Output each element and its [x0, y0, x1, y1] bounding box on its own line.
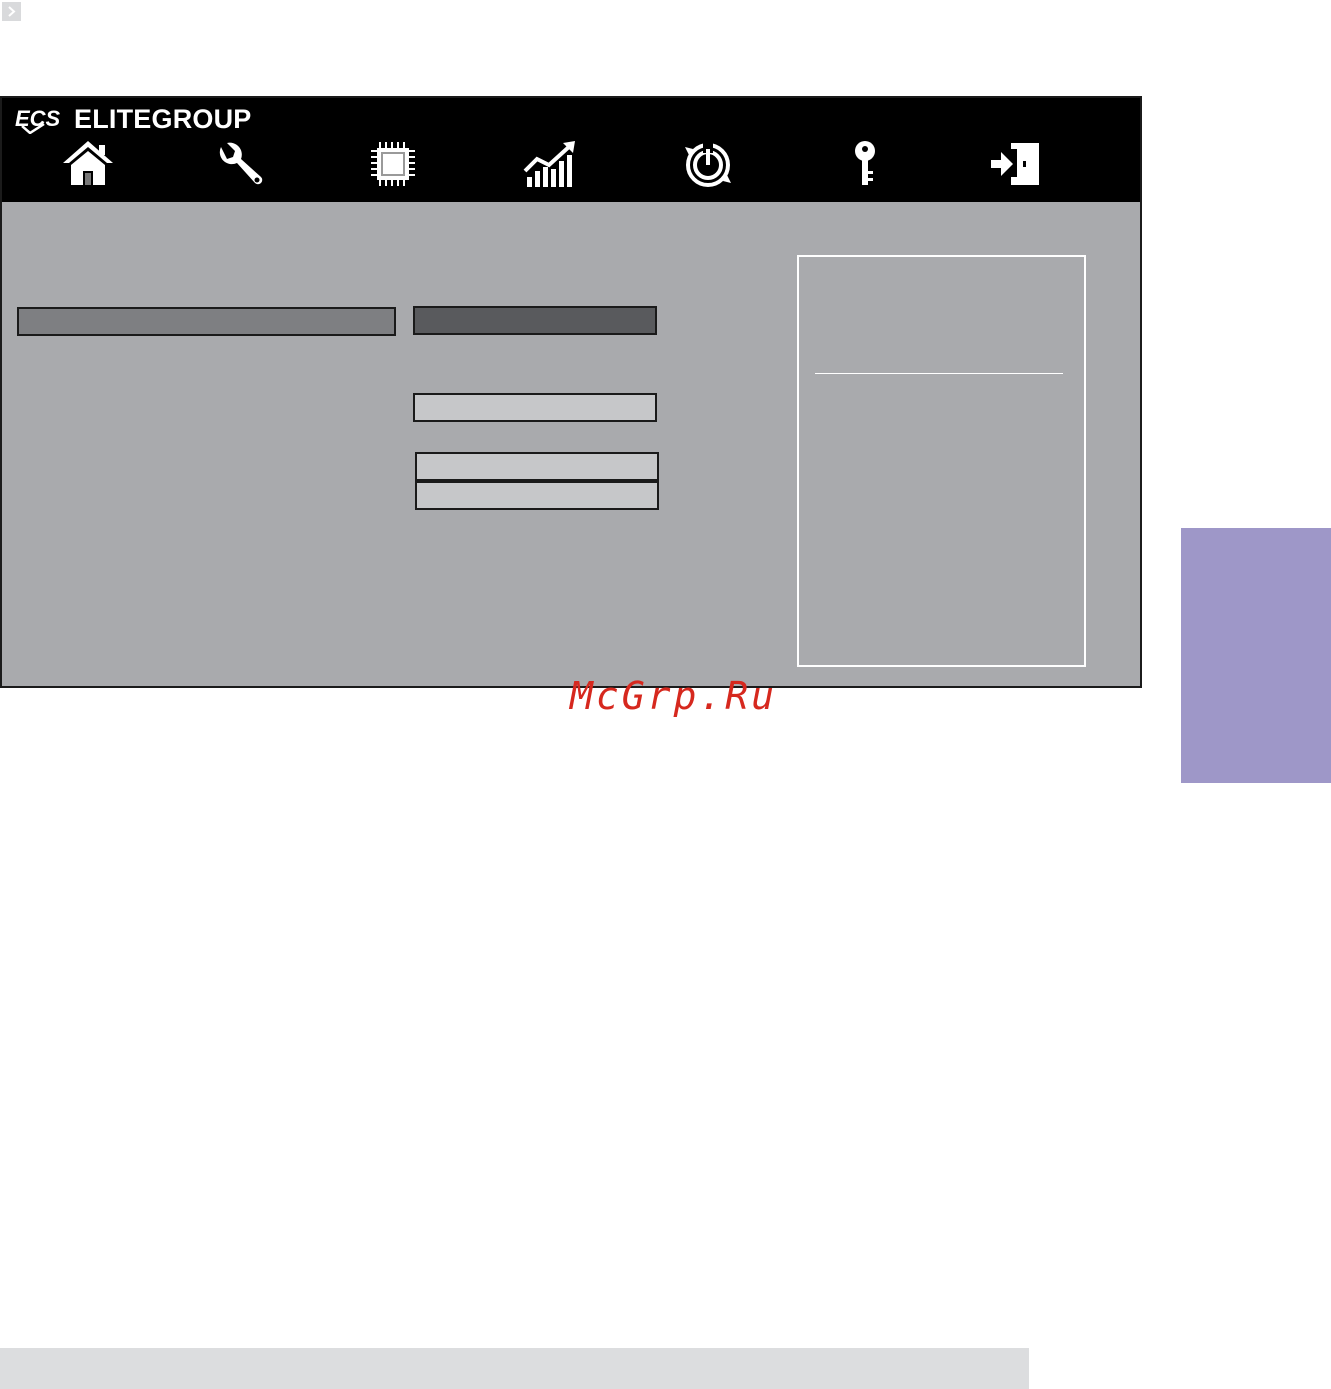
selected-setting-value[interactable]	[413, 306, 657, 335]
help-panel	[797, 255, 1086, 667]
power-icon	[685, 143, 731, 187]
expand-toggle-button[interactable]	[2, 2, 21, 21]
key-icon	[855, 141, 875, 185]
performance-chart-icon	[523, 141, 575, 187]
home-icon	[63, 141, 113, 185]
chevron-right-icon	[8, 6, 16, 17]
nav-exit-tab[interactable]	[988, 138, 1044, 190]
page-footer-bar	[0, 1348, 1029, 1389]
nav-mib-tab[interactable]	[522, 138, 578, 190]
chip-icon	[371, 142, 415, 186]
setting-value-field[interactable]	[413, 393, 657, 422]
help-divider	[815, 373, 1063, 374]
nav-boot-tab[interactable]	[680, 138, 736, 190]
brand-name: ELITEGROUP	[74, 103, 252, 134]
setting-value-field[interactable]	[415, 452, 659, 481]
selected-setting-item[interactable]	[17, 307, 396, 336]
nav-main-tab[interactable]	[60, 138, 116, 190]
wrench-icon	[219, 142, 263, 185]
ecs-logo-icon: ECS	[15, 106, 61, 134]
brand: ECS ELITEGROUP	[14, 101, 252, 137]
nav-chipset-tab[interactable]	[365, 138, 421, 190]
setting-value-field[interactable]	[415, 481, 659, 510]
exit-icon	[991, 143, 1039, 185]
nav-advanced-tab[interactable]	[212, 138, 268, 190]
bios-setup-window: ECS ELITEGROUP	[0, 96, 1142, 688]
chapter-side-tab	[1181, 528, 1331, 783]
watermark: McGrp.Ru	[570, 674, 778, 718]
bios-header: ECS ELITEGROUP	[2, 98, 1140, 202]
nav-security-tab[interactable]	[837, 138, 893, 190]
